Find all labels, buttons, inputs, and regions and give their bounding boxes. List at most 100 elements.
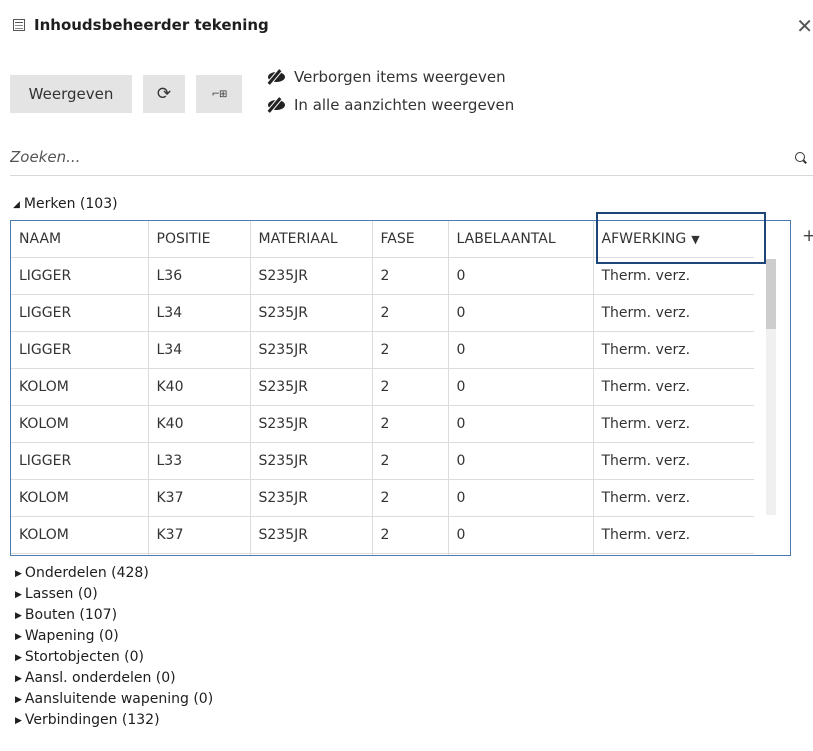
group-label: Aansluitende wapening (0) — [24, 691, 214, 707]
show-in-all-views-toggle[interactable]: In alle aanzichten weergeven — [268, 96, 514, 114]
close-icon[interactable]: ✕ — [796, 14, 813, 38]
sort-descending-icon: ▼ — [691, 233, 700, 246]
refresh-icon: ⟳ — [156, 84, 172, 104]
cell-position: K40 — [148, 405, 251, 443]
table-row[interactable]: KOLOM K37 S235JR 2 0 Therm. verz. — [11, 479, 754, 517]
cell-label-count: 0 — [448, 331, 594, 369]
show-hidden-items-toggle[interactable]: Verborgen items weergeven — [268, 68, 506, 86]
group-parts[interactable]: ▶ Onderdelen (428) — [15, 563, 213, 584]
group-label: Bouten (107) — [24, 607, 118, 623]
table-row[interactable]: LIGGER L33 S235JR 2 0 Therm. verz. — [11, 442, 754, 480]
cell-finish: Therm. verz. — [593, 368, 754, 406]
cell-label-count: 0 — [448, 479, 594, 517]
select-objects-icon: ⌐⊞ — [211, 88, 228, 100]
group-connections[interactable]: ▶ Verbindingen (132) — [15, 710, 213, 731]
group-bolts[interactable]: ▶ Bouten (107) — [15, 605, 213, 626]
add-column-button[interactable]: + — [802, 226, 813, 246]
show-button[interactable]: Weergeven — [10, 75, 132, 113]
column-header-label-count[interactable]: LABELAANTAL — [448, 221, 594, 258]
cell-position: L36 — [148, 257, 251, 295]
cell-label-count: 0 — [448, 516, 594, 554]
group-pour-objects[interactable]: ▶ Stortobjecten (0) — [15, 647, 213, 668]
group-label: Stortobjecten (0) — [24, 649, 145, 665]
cell-name: KOLOM — [11, 405, 149, 443]
select-in-model-button[interactable]: ⌐⊞ — [196, 75, 242, 113]
group-connecting-reinforcement[interactable]: ▶ Aansluitende wapening (0) — [15, 689, 213, 710]
group-label: Lassen (0) — [24, 586, 98, 602]
search-input[interactable] — [10, 146, 770, 168]
collapsed-triangle-icon: ▶ — [15, 653, 22, 663]
cell-material: S235JR — [250, 442, 373, 480]
cell-material: S235JR — [250, 368, 373, 406]
column-header-name[interactable]: NAAM — [11, 221, 149, 258]
table-row[interactable]: KOLOM K40 S235JR 2 0 Therm. verz. — [11, 405, 754, 443]
column-header-position[interactable]: POSITIE — [148, 221, 251, 258]
cell-finish: Therm. verz. — [593, 516, 754, 554]
collapsed-triangle-icon: ▶ — [15, 716, 22, 726]
table-row — [11, 553, 754, 555]
cell-material: S235JR — [250, 331, 373, 369]
title-bar: Inhoudsbeheerder tekening ✕ — [12, 14, 813, 38]
vertical-scrollbar[interactable] — [766, 259, 776, 515]
collapsed-triangle-icon: ▶ — [15, 611, 22, 621]
cell-position: K37 — [148, 516, 251, 554]
cell-material: S235JR — [250, 516, 373, 554]
eye-slash-icon — [268, 72, 285, 82]
marks-grid: NAAM POSITIE MATERIAAL FASE LABELAANTAL … — [10, 220, 791, 556]
table-row[interactable]: LIGGER L34 S235JR 2 0 Therm. verz. — [11, 294, 754, 332]
cell-label-count: 0 — [448, 405, 594, 443]
cell-phase: 2 — [372, 294, 449, 332]
group-connection-parts[interactable]: ▶ Aansl. onderdelen (0) — [15, 668, 213, 689]
cell-name: KOLOM — [11, 516, 149, 554]
cell-material: S235JR — [250, 257, 373, 295]
cell-phase: 2 — [372, 442, 449, 480]
eye-slash-icon — [268, 100, 285, 110]
table-row[interactable]: KOLOM K37 S235JR 2 0 Therm. verz. — [11, 516, 754, 554]
cell-label-count: 0 — [448, 257, 594, 295]
group-label: Onderdelen (428) — [24, 565, 149, 581]
cell-finish: Therm. verz. — [593, 442, 754, 480]
expanded-triangle-icon: ◢ — [13, 200, 20, 210]
cell-label-count: 0 — [448, 368, 594, 406]
cell-name: LIGGER — [11, 294, 149, 332]
column-header-phase[interactable]: FASE — [372, 221, 449, 258]
cell-finish: Therm. verz. — [593, 257, 754, 295]
cell-position: L34 — [148, 331, 251, 369]
cell-finish: Therm. verz. — [593, 479, 754, 517]
marks-table: NAAM POSITIE MATERIAAL FASE LABELAANTAL … — [11, 221, 754, 555]
cell-finish: Therm. verz. — [593, 405, 754, 443]
cell-name: LIGGER — [11, 442, 149, 480]
cell-name: LIGGER — [11, 331, 149, 369]
cell-material: S235JR — [250, 294, 373, 332]
collapsed-group-list: ▶ Onderdelen (428) ▶ Lassen (0) ▶ Bouten (1… — [15, 563, 213, 731]
cell-phase: 2 — [372, 257, 449, 295]
collapsed-triangle-icon: ▶ — [15, 590, 22, 600]
cell-phase: 2 — [372, 368, 449, 406]
scrollbar-thumb[interactable] — [766, 259, 776, 329]
search-bar — [10, 140, 813, 176]
column-header-finish[interactable]: AFWERKING ▼ — [593, 221, 754, 258]
cell-material: S235JR — [250, 405, 373, 443]
cell-phase: 2 — [372, 479, 449, 517]
show-hidden-items-label: Verborgen items weergeven — [294, 68, 506, 86]
cell-finish: Therm. verz. — [593, 331, 754, 369]
marks-group-header[interactable]: ◢ Merken (103) — [13, 196, 118, 212]
group-label: Aansl. onderdelen (0) — [24, 670, 176, 686]
marks-group-label: Merken (103) — [23, 196, 118, 212]
search-icon[interactable] — [795, 152, 805, 162]
collapsed-triangle-icon: ▶ — [15, 569, 22, 579]
table-row[interactable]: LIGGER L34 S235JR 2 0 Therm. verz. — [11, 331, 754, 369]
cell-position: K40 — [148, 368, 251, 406]
group-label: Wapening (0) — [24, 628, 119, 644]
cell-label-count: 0 — [448, 442, 594, 480]
group-reinforcement[interactable]: ▶ Wapening (0) — [15, 626, 213, 647]
group-welds[interactable]: ▶ Lassen (0) — [15, 584, 213, 605]
table-row[interactable]: LIGGER L36 S235JR 2 0 Therm. verz. — [11, 257, 754, 295]
table-row[interactable]: KOLOM K40 S235JR 2 0 Therm. verz. — [11, 368, 754, 406]
refresh-button[interactable]: ⟳ — [143, 75, 185, 113]
group-label: Verbindingen (132) — [24, 712, 160, 728]
cell-name: KOLOM — [11, 368, 149, 406]
table-panel-icon — [13, 19, 25, 31]
cell-phase: 2 — [372, 405, 449, 443]
column-header-material[interactable]: MATERIAAL — [250, 221, 373, 258]
